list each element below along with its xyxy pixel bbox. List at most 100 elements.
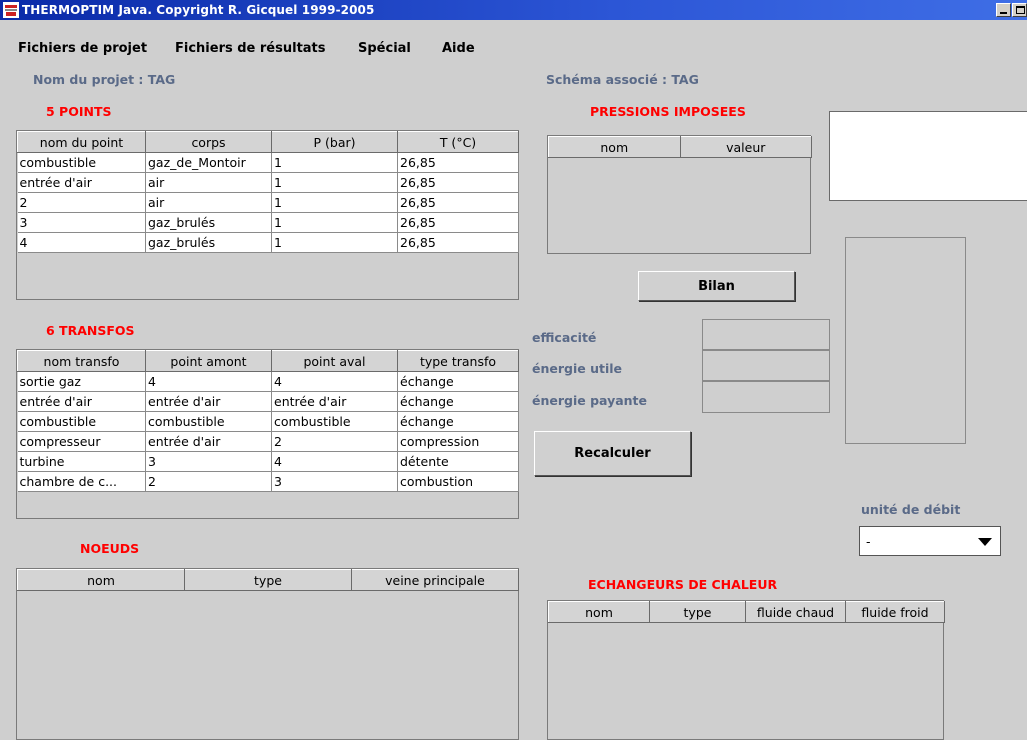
table-cell[interactable]: gaz_brulés bbox=[145, 232, 272, 253]
debit-selected-value: - bbox=[866, 534, 871, 549]
echangeurs-col-header[interactable]: fluide chaud bbox=[745, 601, 846, 623]
table-cell[interactable]: détente bbox=[397, 451, 519, 472]
window-title: THERMOPTIM Java. Copyright R. Gicquel 19… bbox=[22, 3, 375, 17]
table-cell[interactable]: 26,85 bbox=[397, 232, 519, 253]
table-cell[interactable]: sortie gaz bbox=[17, 371, 146, 392]
efficacite-field bbox=[702, 319, 830, 350]
table-cell[interactable]: échange bbox=[397, 371, 519, 392]
table-cell[interactable]: combustible bbox=[17, 411, 146, 432]
table-cell[interactable]: combustion bbox=[397, 471, 519, 492]
table-cell[interactable]: 1 bbox=[271, 172, 398, 193]
pressions-table: nom valeur bbox=[547, 135, 812, 254]
table-cell[interactable]: 2 bbox=[17, 192, 146, 213]
table-cell[interactable]: combustible bbox=[17, 152, 146, 173]
noeuds-col-header[interactable]: nom bbox=[17, 569, 185, 591]
table-cell[interactable]: entrée d'air bbox=[145, 431, 272, 452]
transfos-col-header[interactable]: type transfo bbox=[397, 350, 519, 372]
table-cell[interactable]: 1 bbox=[271, 152, 398, 173]
table-cell[interactable]: 1 bbox=[271, 192, 398, 213]
table-cell[interactable]: 1 bbox=[271, 212, 398, 233]
title-bar: THERMOPTIM Java. Copyright R. Gicquel 19… bbox=[0, 0, 1027, 20]
table-cell[interactable]: 3 bbox=[271, 471, 398, 492]
table-cell[interactable]: 4 bbox=[271, 451, 398, 472]
debit-label: unité de débit bbox=[861, 502, 961, 517]
table-cell[interactable]: 26,85 bbox=[397, 192, 519, 213]
table-row[interactable]: 2 air 1 26,85 bbox=[17, 192, 519, 213]
table-row[interactable]: sortie gaz 4 4 échange bbox=[17, 371, 519, 392]
points-col-header[interactable]: nom du point bbox=[17, 131, 146, 153]
info-panel bbox=[845, 237, 966, 444]
energie-payante-label: énergie payante bbox=[532, 393, 648, 408]
table-cell[interactable]: échange bbox=[397, 391, 519, 412]
table-cell[interactable]: gaz_de_Montoir bbox=[145, 152, 272, 173]
table-row[interactable]: entrée d'air air 1 26,85 bbox=[17, 172, 519, 193]
table-row[interactable]: combustible combustible combustible écha… bbox=[17, 411, 519, 432]
table-cell[interactable]: 2 bbox=[271, 431, 398, 452]
table-row[interactable]: combustible gaz_de_Montoir 1 26,85 bbox=[17, 152, 519, 173]
transfos-col-header[interactable]: point amont bbox=[145, 350, 272, 372]
table-cell[interactable]: combustible bbox=[271, 411, 398, 432]
table-cell[interactable]: gaz_brulés bbox=[145, 212, 272, 233]
minimize-button[interactable] bbox=[996, 3, 1011, 17]
table-cell[interactable]: 3 bbox=[145, 451, 272, 472]
pressions-col-header[interactable]: nom bbox=[548, 136, 681, 158]
table-cell[interactable]: entrée d'air bbox=[271, 391, 398, 412]
minimize-icon bbox=[1000, 12, 1007, 14]
table-row[interactable]: turbine 3 4 détente bbox=[17, 451, 519, 472]
table-cell[interactable]: 4 bbox=[271, 371, 398, 392]
pressions-col-header[interactable]: valeur bbox=[679, 136, 812, 158]
table-cell[interactable]: entrée d'air bbox=[17, 391, 146, 412]
table-cell[interactable]: 1 bbox=[271, 232, 398, 253]
recalculer-button[interactable]: Recalculer bbox=[534, 431, 691, 476]
menu-aide[interactable]: Aide bbox=[442, 41, 475, 57]
table-row[interactable]: chambre de c... 2 3 combustion bbox=[17, 471, 519, 492]
maximize-button[interactable] bbox=[1012, 3, 1027, 17]
transfos-col-header[interactable]: nom transfo bbox=[17, 350, 146, 372]
energie-payante-field bbox=[702, 381, 830, 413]
table-cell[interactable]: compression bbox=[397, 431, 519, 452]
table-row[interactable]: 3 gaz_brulés 1 26,85 bbox=[17, 212, 519, 233]
points-col-header[interactable]: corps bbox=[145, 131, 272, 153]
table-row[interactable]: compresseur entrée d'air 2 compression bbox=[17, 431, 519, 452]
menu-fichiers-resultats[interactable]: Fichiers de résultats bbox=[175, 41, 326, 57]
table-cell[interactable]: entrée d'air bbox=[17, 172, 146, 193]
debit-select[interactable]: - bbox=[859, 526, 1001, 556]
table-cell[interactable]: 4 bbox=[17, 232, 146, 253]
project-name-label: Nom du projet : TAG bbox=[33, 72, 176, 87]
table-cell[interactable]: 26,85 bbox=[397, 212, 519, 233]
menu-fichiers-projet[interactable]: Fichiers de projet bbox=[18, 41, 147, 57]
noeuds-col-header[interactable]: veine principale bbox=[351, 569, 519, 591]
transfos-col-header[interactable]: point aval bbox=[271, 350, 398, 372]
points-title: 5 POINTS bbox=[46, 104, 112, 119]
echangeurs-col-header[interactable]: fluide froid bbox=[845, 601, 945, 623]
table-cell[interactable]: 26,85 bbox=[397, 172, 519, 193]
table-cell[interactable]: entrée d'air bbox=[145, 391, 272, 412]
chevron-down-icon bbox=[978, 538, 992, 546]
table-cell[interactable]: 2 bbox=[145, 471, 272, 492]
table-cell[interactable]: 4 bbox=[145, 371, 272, 392]
message-area[interactable] bbox=[829, 111, 1027, 201]
noeuds-col-header[interactable]: type bbox=[184, 569, 352, 591]
table-cell[interactable]: 26,85 bbox=[397, 152, 519, 173]
table-row[interactable]: 4 gaz_brulés 1 26,85 bbox=[17, 232, 519, 253]
points-col-header[interactable]: T (°C) bbox=[397, 131, 519, 153]
table-row[interactable]: entrée d'air entrée d'air entrée d'air é… bbox=[17, 391, 519, 412]
table-cell[interactable]: compresseur bbox=[17, 431, 146, 452]
table-cell[interactable]: chambre de c... bbox=[17, 471, 146, 492]
echangeurs-col-header[interactable]: nom bbox=[548, 601, 650, 623]
table-cell[interactable]: 3 bbox=[17, 212, 146, 233]
table-cell[interactable]: air bbox=[145, 172, 272, 193]
table-cell[interactable]: combustible bbox=[145, 411, 272, 432]
table-cell[interactable]: échange bbox=[397, 411, 519, 432]
points-col-header[interactable]: P (bar) bbox=[271, 131, 398, 153]
table-cell[interactable]: air bbox=[145, 192, 272, 213]
echangeurs-col-header[interactable]: type bbox=[649, 601, 746, 623]
energie-utile-label: énergie utile bbox=[532, 361, 623, 376]
bilan-button[interactable]: Bilan bbox=[638, 271, 795, 301]
noeuds-title: NOEUDS bbox=[80, 541, 140, 556]
schema-label: Schéma associé : TAG bbox=[546, 72, 699, 87]
energie-utile-field bbox=[702, 350, 830, 381]
app-icon bbox=[3, 2, 19, 18]
table-cell[interactable]: turbine bbox=[17, 451, 146, 472]
menu-special[interactable]: Spécial bbox=[358, 41, 411, 57]
